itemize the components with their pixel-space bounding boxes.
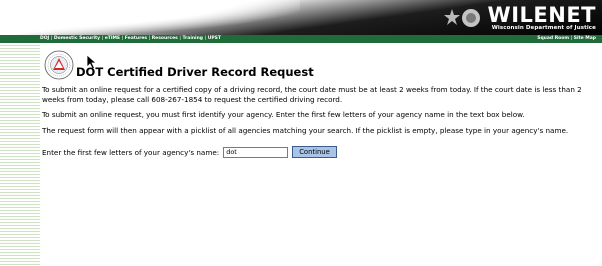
- nav-link-upst[interactable]: UPST: [208, 35, 221, 43]
- nav-link-squad-room[interactable]: Squad Room: [537, 35, 569, 43]
- nav-separator: |: [101, 36, 104, 41]
- agency-name-label: Enter the first few letters of your agen…: [42, 147, 220, 157]
- nav-link-domestic-security[interactable]: Domestic Security: [54, 35, 100, 43]
- instructions-paragraph: To submit an online request, you must fi…: [42, 110, 525, 119]
- continue-button[interactable]: Continue: [292, 146, 337, 158]
- nav-link-site-map[interactable]: Site Map: [574, 35, 596, 43]
- title-row: DOT Certified Driver Record Request: [42, 46, 598, 80]
- logo-subtitle: Wisconsin Department of Justice: [491, 24, 596, 31]
- nav-separator: |: [570, 36, 573, 41]
- nav-separator: |: [50, 36, 53, 41]
- nav-separator: |: [179, 36, 181, 41]
- nav-separator: |: [148, 36, 151, 41]
- agency-name-input[interactable]: [223, 146, 289, 158]
- logo-title: WILENET: [487, 2, 596, 27]
- nav-link-doj[interactable]: DOJ: [40, 35, 49, 43]
- nav-separator: |: [121, 36, 124, 41]
- nav-separator: |: [204, 36, 207, 41]
- nav-link-etime[interactable]: eTIME: [105, 35, 120, 43]
- nav-link-features[interactable]: Features: [125, 35, 147, 43]
- page-title: DOT Certified Driver Record Request: [76, 65, 314, 79]
- wilenet-logo[interactable]: WILENET Wisconsin Department of Justice: [443, 2, 596, 32]
- picklist-paragraph: The request form will then appear with a…: [42, 125, 569, 135]
- dot-seal-icon: [44, 50, 74, 80]
- top-navigation: DOJ | Domestic Security | eTIME | Featur…: [0, 35, 602, 43]
- agency-search-form: Enter the first few letters of your agen…: [42, 146, 598, 158]
- main-content: DOT Certified Driver Record Request To s…: [42, 46, 598, 158]
- nav-link-resources[interactable]: Resources: [152, 35, 178, 43]
- site-header: WILENET Wisconsin Department of Justice: [0, 0, 602, 35]
- intro-paragraph: To submit an online request for a certif…: [42, 85, 582, 104]
- badge-star-icon: [443, 5, 484, 31]
- header-curve: [0, 0, 300, 35]
- nav-link-training[interactable]: Training: [182, 35, 203, 43]
